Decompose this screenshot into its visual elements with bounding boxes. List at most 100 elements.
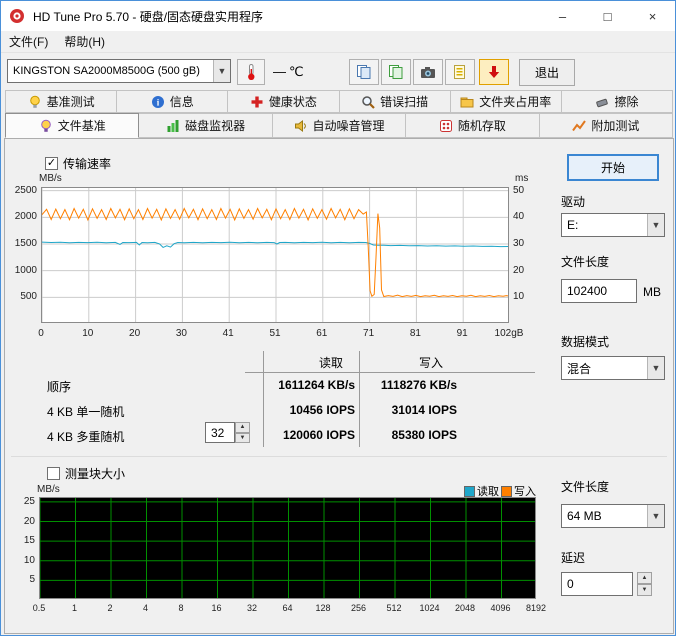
tab-aam[interactable]: 自动噪音管理 — [272, 113, 407, 138]
drive-letter-select[interactable]: E: ▼ — [561, 213, 665, 237]
tab-extra-tests[interactable]: 附加测试 — [539, 113, 674, 138]
column-header-write: 写入 — [418, 356, 443, 370]
file-length-input[interactable] — [561, 279, 637, 303]
temperature-button[interactable] — [237, 59, 265, 85]
block-x-axis-labels: 0.5 1 2 4 8 16 32 64 128 256 512 1024 2048 4096 8192 — [33, 603, 546, 615]
file-length-unit: MB — [643, 285, 661, 299]
tab-health[interactable]: 健康状态 — [228, 90, 340, 113]
y-axis-right-labels: 50 40 30 20 10 — [513, 184, 537, 324]
tick-label: 32 — [246, 603, 258, 613]
file-length2-select[interactable]: 64 MB ▼ — [561, 504, 665, 528]
file-length2-label: 文件长度 — [561, 480, 610, 494]
update-download-button[interactable] — [479, 59, 509, 85]
tab-benchmark[interactable]: 基准测试 — [5, 90, 118, 113]
queue-depth-stepper[interactable]: ▲ ▼ — [235, 422, 250, 443]
section-divider — [11, 456, 667, 457]
tab-error-scan[interactable]: 错误扫描 — [339, 90, 451, 113]
menubar: 文件(F) 帮助(H) — [1, 31, 675, 53]
table-header-line — [245, 372, 535, 373]
tab-file-benchmark[interactable]: 文件基准 — [5, 113, 140, 138]
screenshot-button[interactable] — [413, 59, 443, 85]
data-mode-label: 数据模式 — [561, 335, 610, 349]
copy-image-button[interactable] — [381, 59, 411, 85]
copy-button[interactable] — [349, 59, 379, 85]
checkbox-check-icon: ✓ — [45, 157, 58, 170]
tick-label: 500 — [20, 291, 37, 303]
close-button[interactable]: × — [630, 1, 675, 31]
row-label-4k-single: 4 KB 单一随机 — [47, 405, 125, 419]
delay-input[interactable] — [561, 572, 633, 596]
erase-icon — [596, 98, 609, 107]
tick-label: 4 — [142, 603, 149, 613]
tab-strip-top: 基准测试 i 信息 健康状态 错误扫描 文件夹占用率 擦除 — [5, 90, 674, 113]
spin-up-icon[interactable]: ▲ — [637, 572, 652, 584]
titlebar: HD Tune Pro 5.70 - 硬盘/固态硬盘实用程序 – □ × — [1, 1, 675, 31]
spin-down-icon[interactable]: ▼ — [235, 432, 250, 443]
benchmark-icon — [29, 95, 40, 108]
tick-label: 1024 — [419, 603, 440, 613]
tick-label: 71 — [363, 328, 375, 339]
tick-label: 1000 — [14, 264, 37, 276]
exit-button[interactable]: 退出 — [519, 59, 575, 86]
speaker-icon — [294, 119, 306, 132]
file-benchmark-icon — [40, 119, 51, 132]
export-icon — [454, 65, 465, 79]
tick-label: 10 — [513, 291, 525, 303]
tick-label: 20 — [513, 264, 525, 276]
tick-label: 15 — [23, 535, 35, 547]
tick-label: 91 — [456, 328, 468, 339]
tick-label: 20 — [23, 515, 35, 527]
spin-down-icon[interactable]: ▼ — [637, 584, 652, 596]
tick-label: 41 — [222, 328, 234, 339]
minimize-button[interactable]: – — [540, 1, 585, 31]
tick-label: 2 — [107, 603, 113, 613]
maximize-button[interactable]: □ — [585, 1, 630, 31]
delay-label: 延迟 — [561, 551, 586, 565]
tick-label: 40 — [513, 211, 525, 223]
block-size-checkbox[interactable]: 测量块大小 — [47, 465, 125, 482]
queue-depth-input[interactable] — [205, 422, 235, 443]
hd-tune-window: HD Tune Pro 5.70 - 硬盘/固态硬盘实用程序 – □ × 文件(… — [0, 0, 676, 636]
row-label-sequential: 顺序 — [47, 380, 72, 394]
drive-select[interactable]: KINGSTON SA2000M8500G (500 gB) ▼ — [7, 59, 231, 83]
tab-folder-usage[interactable]: 文件夹占用率 — [450, 90, 562, 113]
tick-label: 4096 — [490, 603, 511, 613]
temperature-unit: ℃ — [289, 64, 304, 79]
tab-disk-monitor[interactable]: 磁盘监视器 — [139, 113, 273, 138]
delay-stepper[interactable]: ▲ ▼ — [637, 572, 652, 596]
block-size-chart — [39, 497, 536, 599]
data-mode-select[interactable]: 混合 ▼ — [561, 356, 665, 380]
row-label-4k-multi: 4 KB 多重随机 — [47, 430, 125, 444]
tick-label: 512 — [386, 603, 402, 613]
menu-file[interactable]: 文件(F) — [1, 33, 56, 50]
menu-help[interactable]: 帮助(H) — [56, 33, 113, 50]
thermometer-icon — [248, 64, 255, 80]
tick-label: 2500 — [14, 184, 37, 196]
tick-label: 61 — [316, 328, 328, 339]
y-axis-unit-right: ms — [515, 173, 529, 184]
tab-strip-bottom: 文件基准 磁盘监视器 自动噪音管理 随机存取 附加测试 — [5, 113, 674, 138]
column-header-read: 读取 — [318, 356, 343, 370]
update-download-icon — [488, 66, 500, 78]
tick-label: 8 — [178, 603, 184, 613]
tick-label: 256 — [350, 603, 367, 613]
export-button[interactable] — [445, 59, 475, 85]
tick-label: 10 — [23, 554, 35, 566]
y-axis-left-labels: 2500 2000 1500 1000 500 — [7, 184, 37, 324]
tick-label: 50 — [513, 184, 525, 196]
tick-label: 102gB — [494, 328, 524, 339]
start-button[interactable]: 开始 — [567, 154, 659, 181]
spin-up-icon[interactable]: ▲ — [235, 422, 250, 433]
chevron-down-icon: ▼ — [647, 214, 664, 236]
tick-label: 1500 — [14, 238, 37, 249]
chevron-down-icon: ▼ — [647, 505, 664, 527]
x-axis-labels: 0 10 20 30 41 51 61 71 81 91 102gB — [38, 328, 523, 340]
tab-erase[interactable]: 擦除 — [561, 90, 674, 113]
tick-label: 2048 — [454, 603, 476, 613]
tab-info[interactable]: i 信息 — [117, 90, 229, 113]
transfer-rate-checkbox[interactable]: ✓ 传输速率 — [45, 155, 111, 172]
copy-image-icon — [389, 65, 403, 79]
camera-icon — [421, 67, 435, 78]
tab-random-access[interactable]: 随机存取 — [406, 113, 540, 138]
app-icon — [10, 9, 24, 23]
